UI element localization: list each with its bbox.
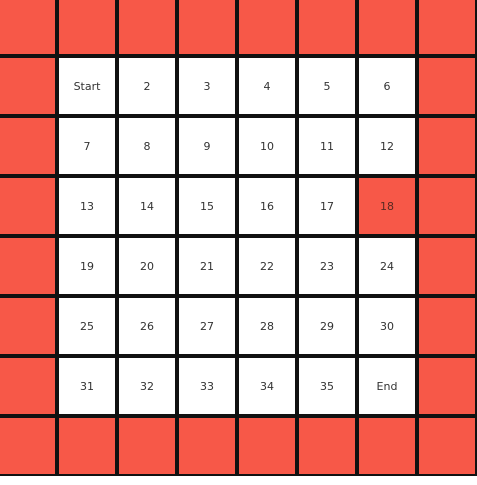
board-cell[interactable]: 4 xyxy=(237,56,297,116)
board-cell[interactable]: 3 xyxy=(177,56,237,116)
wall-cell xyxy=(417,56,477,116)
board-cell[interactable]: 31 xyxy=(57,356,117,416)
board-cell[interactable]: 33 xyxy=(177,356,237,416)
board-cell[interactable]: 32 xyxy=(117,356,177,416)
wall-cell xyxy=(177,0,237,56)
wall-cell xyxy=(417,0,477,56)
board-cell[interactable]: 34 xyxy=(237,356,297,416)
wall-cell xyxy=(237,0,297,56)
wall-cell xyxy=(0,236,57,296)
wall-cell xyxy=(0,356,57,416)
board-cell[interactable]: 20 xyxy=(117,236,177,296)
board-cell[interactable]: 8 xyxy=(117,116,177,176)
maze-board: Start 2 3 4 5 6 7 8 9 10 11 12 13 14 15 16 17 18 19 20 21 22 2… xyxy=(0,0,477,478)
board-cell[interactable]: 27 xyxy=(177,296,237,356)
board-cell[interactable]: 25 xyxy=(57,296,117,356)
board-cell[interactable]: 35 xyxy=(297,356,357,416)
end-cell[interactable]: End xyxy=(357,356,417,416)
board-cell[interactable]: 29 xyxy=(297,296,357,356)
wall-cell xyxy=(237,416,297,476)
board-cell[interactable]: 23 xyxy=(297,236,357,296)
wall-cell xyxy=(0,116,57,176)
wall-cell xyxy=(417,356,477,416)
board-cell[interactable]: 21 xyxy=(177,236,237,296)
board-cell[interactable]: 10 xyxy=(237,116,297,176)
board-cell[interactable]: 24 xyxy=(357,236,417,296)
wall-cell xyxy=(297,0,357,56)
wall-cell xyxy=(417,416,477,476)
board-cell[interactable]: 2 xyxy=(117,56,177,116)
wall-cell xyxy=(177,416,237,476)
wall-cell xyxy=(417,176,477,236)
board-cell[interactable]: 26 xyxy=(117,296,177,356)
board-cell[interactable]: 9 xyxy=(177,116,237,176)
wall-cell xyxy=(117,0,177,56)
board-cell[interactable]: 28 xyxy=(237,296,297,356)
board-cell[interactable]: 19 xyxy=(57,236,117,296)
wall-cell xyxy=(0,56,57,116)
start-cell[interactable]: Start xyxy=(57,56,117,116)
board-cell[interactable]: 16 xyxy=(237,176,297,236)
wall-cell xyxy=(0,416,57,476)
board-cell[interactable]: 6 xyxy=(357,56,417,116)
board-cell[interactable]: 14 xyxy=(117,176,177,236)
wall-cell xyxy=(0,176,57,236)
wall-cell xyxy=(57,0,117,56)
board-cell[interactable]: 7 xyxy=(57,116,117,176)
wall-cell xyxy=(0,0,57,56)
wall-cell xyxy=(357,0,417,56)
wall-cell xyxy=(0,296,57,356)
blocked-cell: 18 xyxy=(357,176,417,236)
board-cell[interactable]: 30 xyxy=(357,296,417,356)
wall-cell xyxy=(417,116,477,176)
wall-cell xyxy=(57,416,117,476)
wall-cell xyxy=(117,416,177,476)
board-cell[interactable]: 13 xyxy=(57,176,117,236)
board-cell[interactable]: 22 xyxy=(237,236,297,296)
wall-cell xyxy=(357,416,417,476)
board-cell[interactable]: 11 xyxy=(297,116,357,176)
wall-cell xyxy=(417,236,477,296)
board-cell[interactable]: 15 xyxy=(177,176,237,236)
board-cell[interactable]: 12 xyxy=(357,116,417,176)
wall-cell xyxy=(297,416,357,476)
board-cell[interactable]: 5 xyxy=(297,56,357,116)
board-cell[interactable]: 17 xyxy=(297,176,357,236)
wall-cell xyxy=(417,296,477,356)
